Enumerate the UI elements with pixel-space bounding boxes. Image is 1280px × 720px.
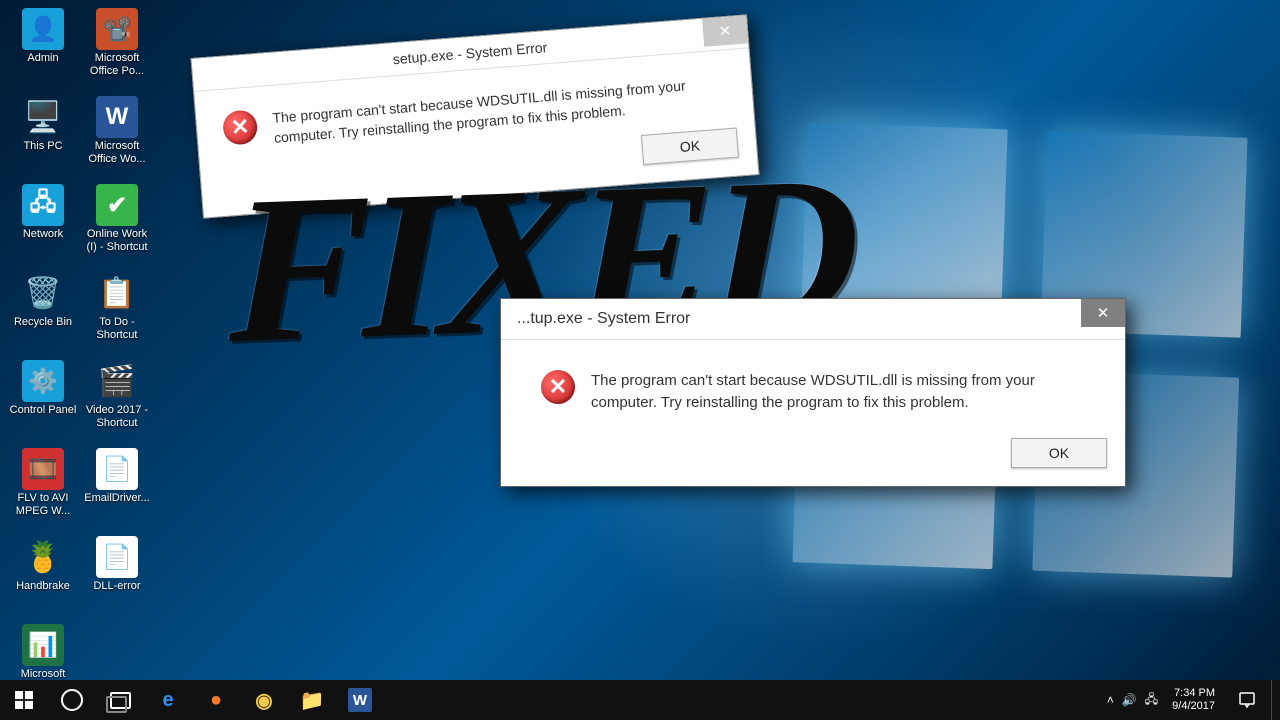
app-icon: 📄 — [96, 536, 138, 578]
desktop-icon[interactable]: 🎬Video 2017 - Shortcut — [80, 358, 154, 446]
desktop-icon-label: To Do - Shortcut — [81, 316, 153, 342]
error-dialog-2: ...tup.exe - System Error ✕ ✕ The progra… — [500, 298, 1126, 487]
close-button[interactable]: ✕ — [1081, 299, 1125, 327]
windows-icon — [15, 691, 33, 709]
clock-date: 9/4/2017 — [1172, 700, 1215, 713]
desktop-icon-label: FLV to AVI MPEG W... — [7, 492, 79, 518]
taskbar-app-firefox[interactable]: ● — [192, 680, 240, 720]
desktop-icon[interactable]: 🖥️ This PC — [6, 94, 80, 182]
desktop-icon-label: Microsoft Office Wo... — [81, 140, 153, 166]
desktop-icon[interactable]: ⚙️ Control Panel — [6, 358, 80, 446]
desktop-icon-label: Recycle Bin — [14, 316, 72, 329]
app-icon: 🎬 — [96, 360, 138, 402]
desktop-icon-label: Video 2017 - Shortcut — [81, 404, 153, 430]
desktop-icon[interactable]: WMicrosoft Office Wo... — [80, 94, 154, 182]
volume-icon[interactable]: 🔊 — [1122, 693, 1137, 707]
network-icon[interactable]: 🖧 — [1145, 690, 1158, 711]
app-icon: 🍍 — [22, 536, 64, 578]
explorer-icon: 📁 — [300, 688, 325, 713]
desktop-icon[interactable]: 📄 EmailDriver... — [80, 446, 154, 534]
start-button[interactable] — [0, 680, 48, 720]
app-icon: 👤 — [22, 8, 64, 50]
desktop-icon[interactable]: 📽️Microsoft Office Po... — [80, 6, 154, 94]
error-dialog-1: setup.exe - System Error ✕ ✕ The program… — [191, 14, 760, 218]
edge-icon: e — [162, 689, 173, 712]
desktop-icon[interactable]: 🗑️ Recycle Bin — [6, 270, 80, 358]
taskbar-app-chrome[interactable]: ◉ — [240, 680, 288, 720]
app-icon: 🖥️ — [22, 96, 64, 138]
word-icon: W — [348, 688, 372, 712]
desktop-icon-label: This PC — [23, 140, 62, 153]
desktop-icon-label: Admin — [27, 52, 58, 65]
app-icon: 🖧 — [22, 184, 64, 226]
firefox-icon: ● — [210, 689, 222, 712]
app-icon: 📊 — [22, 624, 64, 666]
task-view-button[interactable] — [96, 680, 144, 720]
chrome-icon: ◉ — [255, 688, 272, 713]
app-icon: W — [96, 96, 138, 138]
desktop-icon[interactable]: 🎞️FLV to AVI MPEG W... — [6, 446, 80, 534]
close-button[interactable]: ✕ — [702, 15, 748, 46]
desktop-icon[interactable]: 🍍 Handbrake — [6, 534, 80, 622]
desktop-icon[interactable]: ✔Online Work (I) - Shortcut — [80, 182, 154, 270]
notification-icon — [1239, 692, 1255, 708]
action-center-button[interactable] — [1223, 680, 1271, 720]
desktop-icon[interactable]: 🖧 Network — [6, 182, 80, 270]
taskbar-app-word[interactable]: W — [336, 680, 384, 720]
desktop-icon[interactable]: 📋To Do - Shortcut — [80, 270, 154, 358]
taskbar-clock[interactable]: 7:34 PM 9/4/2017 — [1164, 687, 1223, 713]
error-icon: ✕ — [222, 109, 259, 146]
app-icon: 🗑️ — [22, 272, 64, 314]
taskbar-app-edge[interactable]: e — [144, 680, 192, 720]
desktop-icon-label: EmailDriver... — [84, 492, 149, 505]
error-icon: ✕ — [541, 370, 575, 404]
app-icon: 📋 — [96, 272, 138, 314]
app-icon: ⚙️ — [22, 360, 64, 402]
desktop-icon[interactable]: 📄 DLL-error — [80, 534, 154, 622]
app-icon: 🎞️ — [22, 448, 64, 490]
ok-button[interactable]: OK — [641, 128, 739, 165]
taskbar: e ● ◉ 📁 W ˄ 🔊 🖧 7:34 PM 9/4/2017 — [0, 680, 1280, 720]
tray-chevron-icon[interactable]: ˄ — [1107, 693, 1114, 707]
system-tray: ˄ 🔊 🖧 — [1101, 690, 1164, 711]
app-icon: 📄 — [96, 448, 138, 490]
desktop-icon-label: Online Work (I) - Shortcut — [81, 228, 153, 254]
desktop-icon-label: Microsoft Office Po... — [81, 52, 153, 78]
desktop-icon-label: Network — [23, 228, 63, 241]
dialog-titlebar[interactable]: ...tup.exe - System Error ✕ — [501, 299, 1125, 340]
desktop-icon-label: DLL-error — [93, 580, 140, 593]
app-icon: 📽️ — [96, 8, 138, 50]
ok-button[interactable]: OK — [1011, 438, 1107, 468]
desktop-icon[interactable]: 👤 Admin — [6, 6, 80, 94]
cortana-button[interactable] — [48, 680, 96, 720]
dialog-message: The program can't start because WDSUTIL.… — [591, 370, 1095, 414]
show-desktop-button[interactable] — [1271, 680, 1280, 720]
dialog-title: ...tup.exe - System Error — [517, 310, 690, 328]
dialog-title: setup.exe - System Error — [392, 39, 548, 67]
taskbar-app-explorer[interactable]: 📁 — [288, 680, 336, 720]
clock-time: 7:34 PM — [1174, 687, 1215, 700]
taskbar-apps: e ● ◉ 📁 W — [144, 680, 384, 720]
app-icon: ✔ — [96, 184, 138, 226]
task-view-icon — [110, 692, 131, 709]
circle-icon — [61, 689, 83, 711]
desktop-icon-label: Control Panel — [10, 404, 77, 417]
desktop-icon-grid: 👤 Admin 🖥️ This PC 🖧 Network 🗑️ Recycle Bin ⚙️ Co… — [6, 6, 166, 676]
desktop-icon-label: Handbrake — [16, 580, 70, 593]
